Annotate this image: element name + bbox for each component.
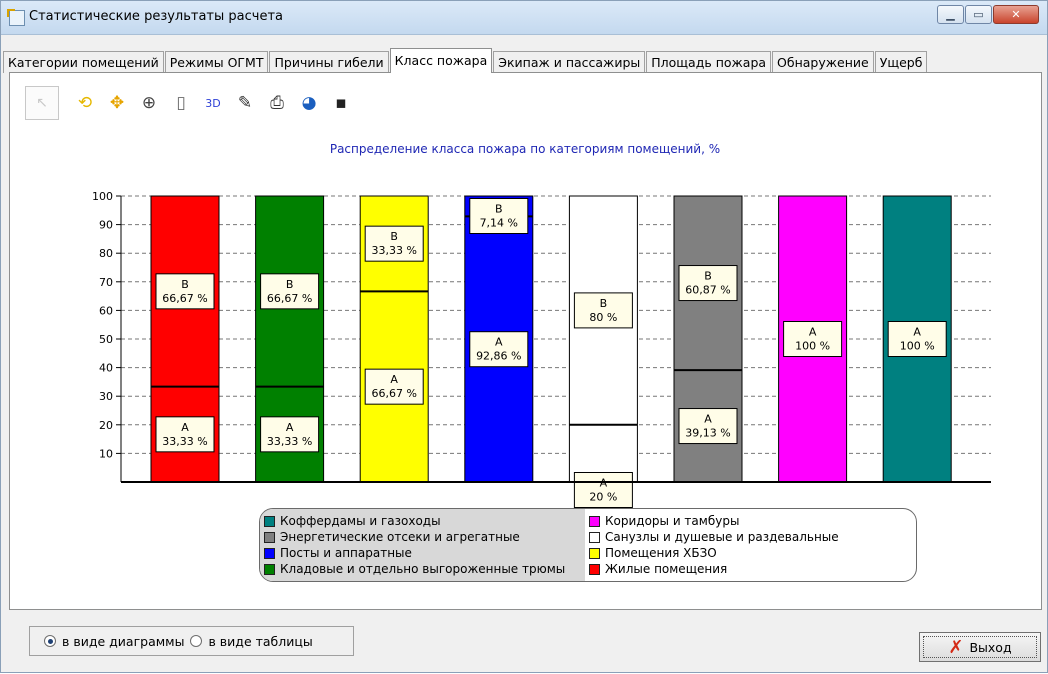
y-tick-label: 10: [99, 447, 113, 460]
legend-swatch: [589, 563, 600, 575]
data-label-class: В: [390, 230, 398, 243]
legend-swatch: [589, 531, 600, 543]
tab-fire-class[interactable]: Класс пожара: [389, 48, 493, 73]
radio-button[interactable]: [44, 635, 56, 647]
radio-button[interactable]: [190, 635, 203, 647]
legend-label: Коффердамы и газоходы: [280, 514, 441, 528]
data-label-value: 66,67 %: [162, 292, 207, 305]
view-as-table-radio[interactable]: в виде таблицы: [190, 634, 313, 649]
data-label-value: 66,67 %: [267, 292, 312, 305]
data-label-value: 66,67 %: [371, 387, 416, 400]
data-label-value: 39,13 %: [685, 427, 730, 440]
data-label-value: 20 %: [589, 491, 617, 504]
legend-item: Помещения ХБЗО: [589, 545, 909, 561]
legend-item: Энергетические отсеки и агрегатные: [264, 529, 585, 545]
legend-right-column: Коридоры и тамбуры Санузлы и душевые и р…: [589, 513, 909, 577]
data-label-class: В: [181, 278, 189, 291]
radio-label[interactable]: в виде диаграммы: [62, 634, 184, 649]
legend-swatch: [589, 547, 600, 559]
main-window: Статистические результаты расчета ▁ ▭ ✕ …: [0, 0, 1048, 673]
data-label-class: В: [286, 278, 294, 291]
data-label-value: 60,87 %: [685, 284, 730, 297]
chart-legend: Коффердамы и газоходы Энергетические отс…: [259, 508, 917, 582]
y-tick-label: 90: [99, 219, 113, 232]
legend-label: Помещения ХБЗО: [605, 546, 717, 560]
data-label-class: А: [495, 336, 503, 349]
data-label-value: 33,33 %: [371, 244, 416, 257]
legend-swatch: [264, 515, 275, 527]
legend-item: Коффердамы и газоходы: [264, 513, 585, 529]
data-label-value: 33,33 %: [267, 435, 312, 448]
y-tick-label: 60: [99, 304, 113, 317]
legend-label: Энергетические отсеки и агрегатные: [280, 530, 520, 544]
exit-x-icon: ✗: [948, 636, 964, 658]
data-label-class: А: [704, 413, 712, 426]
y-tick-label: 70: [99, 276, 113, 289]
legend-swatch: [264, 547, 275, 559]
data-label-class: А: [809, 326, 817, 339]
data-label-value: 100 %: [795, 340, 830, 353]
radio-label[interactable]: в виде таблицы: [208, 634, 312, 649]
legend-label: Посты и аппаратные: [280, 546, 412, 560]
legend-label: Жилые помещения: [605, 562, 728, 576]
data-label-class: А: [913, 326, 921, 339]
y-tick-label: 100: [92, 190, 113, 203]
legend-label: Коридоры и тамбуры: [605, 514, 740, 528]
exit-button[interactable]: ✗ Выход: [919, 632, 1041, 662]
y-tick-label: 30: [99, 390, 113, 403]
legend-item: Жилые помещения: [589, 561, 909, 577]
y-tick-label: 50: [99, 333, 113, 346]
data-label-class: А: [390, 373, 398, 386]
data-label-class: В: [704, 270, 712, 283]
bar: [568, 195, 638, 483]
legend-swatch: [589, 515, 600, 527]
data-label-class: В: [600, 297, 608, 310]
data-label-value: 100 %: [900, 340, 935, 353]
data-label-value: 7,14 %: [480, 217, 518, 230]
legend-item: Санузлы и душевые и раздевальные: [589, 529, 909, 545]
legend-item: Посты и аппаратные: [264, 545, 585, 561]
legend-label: Кладовые и отдельно выгороженные трюмы: [280, 562, 566, 576]
view-mode-group: в виде диаграммы в виде таблицы: [29, 626, 354, 656]
legend-swatch: [264, 563, 275, 575]
data-label-value: 92,86 %: [476, 350, 521, 363]
legend-swatch: [264, 531, 275, 543]
data-label-value: 33,33 %: [162, 435, 207, 448]
exit-button-label: Выход: [969, 639, 1012, 655]
y-tick-label: 20: [99, 419, 113, 432]
y-tick-label: 80: [99, 247, 113, 260]
legend-left-column: Коффердамы и газоходы Энергетические отс…: [260, 509, 585, 581]
legend-label: Санузлы и душевые и раздевальные: [605, 530, 839, 544]
y-tick-label: 40: [99, 362, 113, 375]
view-as-chart-radio[interactable]: в виде диаграммы: [44, 634, 184, 649]
data-label-class: А: [181, 421, 189, 434]
data-label-class: А: [286, 421, 294, 434]
data-label-value: 80 %: [589, 311, 617, 324]
data-label-class: В: [495, 203, 503, 216]
legend-item: Коридоры и тамбуры: [589, 513, 909, 529]
legend-item: Кладовые и отдельно выгороженные трюмы: [264, 561, 585, 577]
